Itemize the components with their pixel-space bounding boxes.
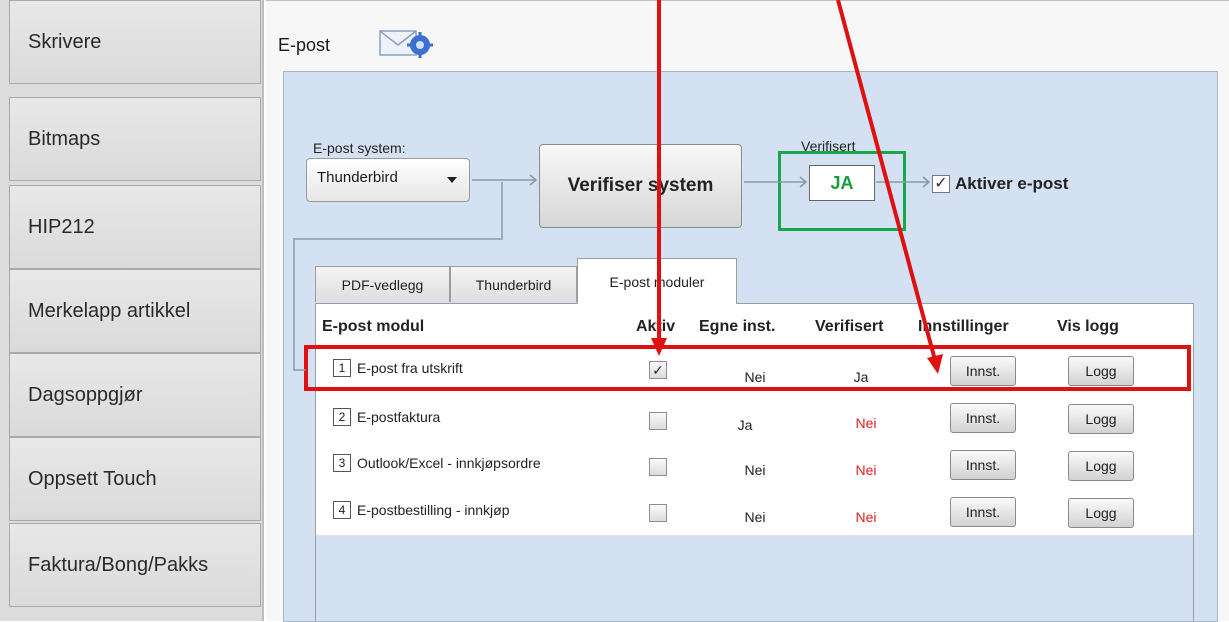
col-header-verified: Verifisert [815, 318, 884, 335]
table-empty-area [316, 535, 1193, 621]
verified-caption: Verifisert [801, 138, 856, 154]
page-title: E-post [278, 35, 331, 55]
email-system-value: Thunderbird [317, 169, 398, 186]
col-header-module: E-post modul [322, 318, 425, 335]
sidebar-item-label: Dagsoppgjør [28, 383, 143, 406]
col-header-own-settings: Egne inst. [699, 318, 776, 335]
activate-email-checkbox[interactable]: ✓ [932, 175, 950, 193]
sidebar-item-dagsoppgjor[interactable]: Dagsoppgjør [9, 353, 261, 437]
sidebar-item-bitmaps[interactable]: Bitmaps [9, 97, 261, 181]
col-header-settings: Innstillinger [918, 318, 1009, 335]
settings-button[interactable]: Innst. [950, 450, 1016, 480]
own-settings-value: Nei [744, 509, 766, 525]
sidebar-item-label: Skrivere [28, 30, 102, 53]
sidebar-item-label: HIP212 [28, 215, 95, 238]
module-name: E-postfaktura [357, 409, 441, 425]
sidebar-item-label: Oppsett Touch [28, 467, 157, 490]
active-checkbox[interactable] [649, 504, 667, 522]
own-settings-value: Nei [744, 462, 766, 478]
tab-pdf-vedlegg[interactable]: PDF-vedlegg [315, 266, 450, 302]
tab-email-modules[interactable]: E-post moduler [577, 258, 737, 304]
sidebar-item-label: Merkelapp artikkel [28, 299, 191, 322]
col-header-active: Aktiv [636, 318, 676, 335]
sidebar-item-oppsett-touch[interactable]: Oppsett Touch [9, 437, 261, 521]
activate-email-label: Aktiver e-post [955, 174, 1069, 193]
active-checkbox[interactable] [649, 458, 667, 476]
sidebar-item-label: Bitmaps [28, 127, 101, 150]
tab-thunderbird[interactable]: Thunderbird [450, 266, 577, 302]
mail-gear-icon [379, 30, 433, 58]
sidebar: Skrivere Bitmaps HIP212 Merkelapp artikk… [0, 0, 264, 621]
sidebar-item-label: Faktura/Bong/Pakks [28, 553, 209, 576]
sidebar-item-hip212[interactable]: HIP212 [9, 185, 261, 269]
sidebar-item-skrivere[interactable]: Skrivere [9, 0, 261, 84]
verified-value: Nei [855, 509, 877, 525]
chevron-down-icon [447, 177, 457, 183]
verify-system-button[interactable]: Verifiser system [539, 144, 742, 228]
own-settings-value: Ja [737, 417, 753, 433]
sidebar-item-faktura-bong-pakks[interactable]: Faktura/Bong/Pakks [9, 523, 261, 607]
verified-value: Nei [855, 462, 877, 478]
sidebar-item-merkelapp-artikkel[interactable]: Merkelapp artikkel [9, 269, 261, 353]
system-label: E-post system: [313, 140, 406, 156]
row-number: 4 [333, 501, 351, 519]
module-name: Outlook/Excel - innkjøpsordre [357, 455, 541, 471]
active-checkbox[interactable] [649, 412, 667, 430]
email-system-select[interactable]: Thunderbird [306, 158, 470, 202]
settings-button[interactable]: Innst. [950, 403, 1016, 433]
log-button[interactable]: Logg [1068, 404, 1134, 434]
row-number: 3 [333, 454, 351, 472]
col-header-view-log: Vis logg [1057, 318, 1119, 335]
log-button[interactable]: Logg [1068, 451, 1134, 481]
log-button[interactable]: Logg [1068, 498, 1134, 528]
settings-button[interactable]: Innst. [950, 497, 1016, 527]
highlight-box [304, 345, 1191, 391]
verified-value: Nei [855, 415, 877, 431]
row-number: 2 [333, 408, 351, 426]
verified-value: JA [809, 165, 875, 201]
module-name: E-postbestilling - innkjøp [357, 502, 510, 518]
